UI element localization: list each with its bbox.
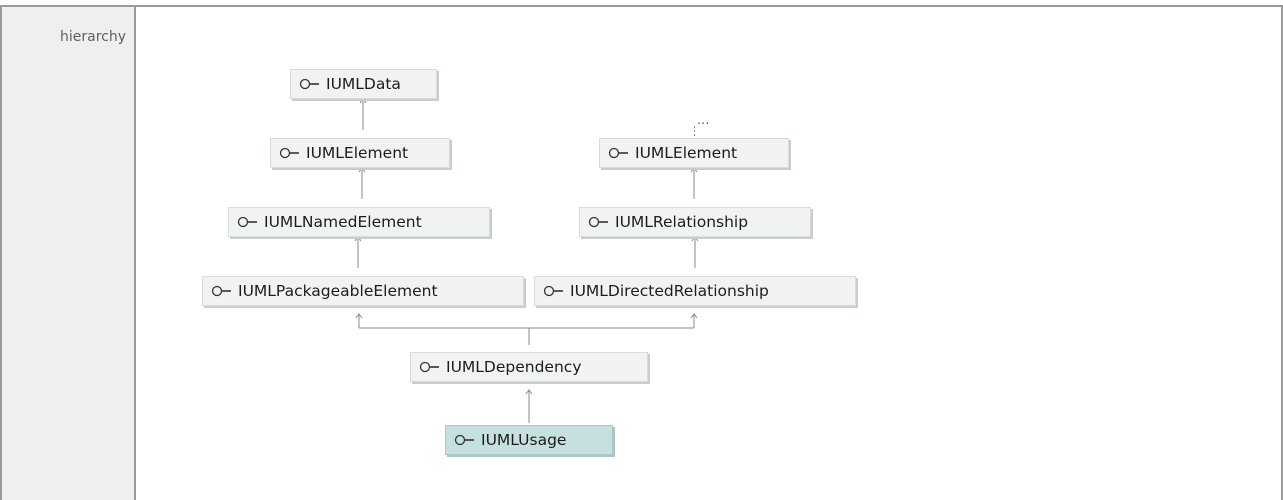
row-header-label: hierarchy <box>59 29 126 45</box>
interface-icon <box>237 216 261 228</box>
interface-icon <box>299 78 323 90</box>
node-label: IUMLRelationship <box>615 213 749 231</box>
hierarchy-table: hierarchy ... IUMLData IUMLElement IUMLN… <box>0 5 1283 500</box>
interface-icon <box>419 361 443 373</box>
node-iumlelement-left[interactable]: IUMLElement <box>270 138 450 168</box>
interface-icon <box>588 216 612 228</box>
node-label: IUMLDirectedRelationship <box>570 282 769 300</box>
node-iumlrelationship[interactable]: IUMLRelationship <box>579 207 811 237</box>
node-label: IUMLNamedElement <box>264 213 422 231</box>
node-label: IUMLUsage <box>481 431 567 449</box>
node-label: IUMLData <box>326 75 401 93</box>
interface-icon <box>279 147 303 159</box>
interface-icon <box>454 434 478 446</box>
node-iumlelement-right[interactable]: IUMLElement <box>599 138 789 168</box>
hierarchy-diagram: ... IUMLData IUMLElement IUMLNamedElemen… <box>136 7 1281 500</box>
node-label: IUMLDependency <box>446 358 582 376</box>
node-label: IUMLPackageableElement <box>238 282 438 300</box>
interface-icon <box>211 285 235 297</box>
row-header-cell: hierarchy <box>2 7 136 500</box>
interface-icon <box>608 147 632 159</box>
node-iumlnamedelement[interactable]: IUMLNamedElement <box>228 207 490 237</box>
node-iumldata[interactable]: IUMLData <box>290 69 437 99</box>
node-iumldependency[interactable]: IUMLDependency <box>410 352 648 382</box>
interface-icon <box>543 285 567 297</box>
node-iumlpackageableelement[interactable]: IUMLPackageableElement <box>202 276 524 306</box>
node-label: IUMLElement <box>306 144 409 162</box>
node-iumlusage[interactable]: IUMLUsage <box>445 425 613 455</box>
node-iumldirectedrelationship[interactable]: IUMLDirectedRelationship <box>534 276 856 306</box>
node-label: IUMLElement <box>635 144 738 162</box>
more-ancestors-ellipsis: ... <box>697 113 709 128</box>
